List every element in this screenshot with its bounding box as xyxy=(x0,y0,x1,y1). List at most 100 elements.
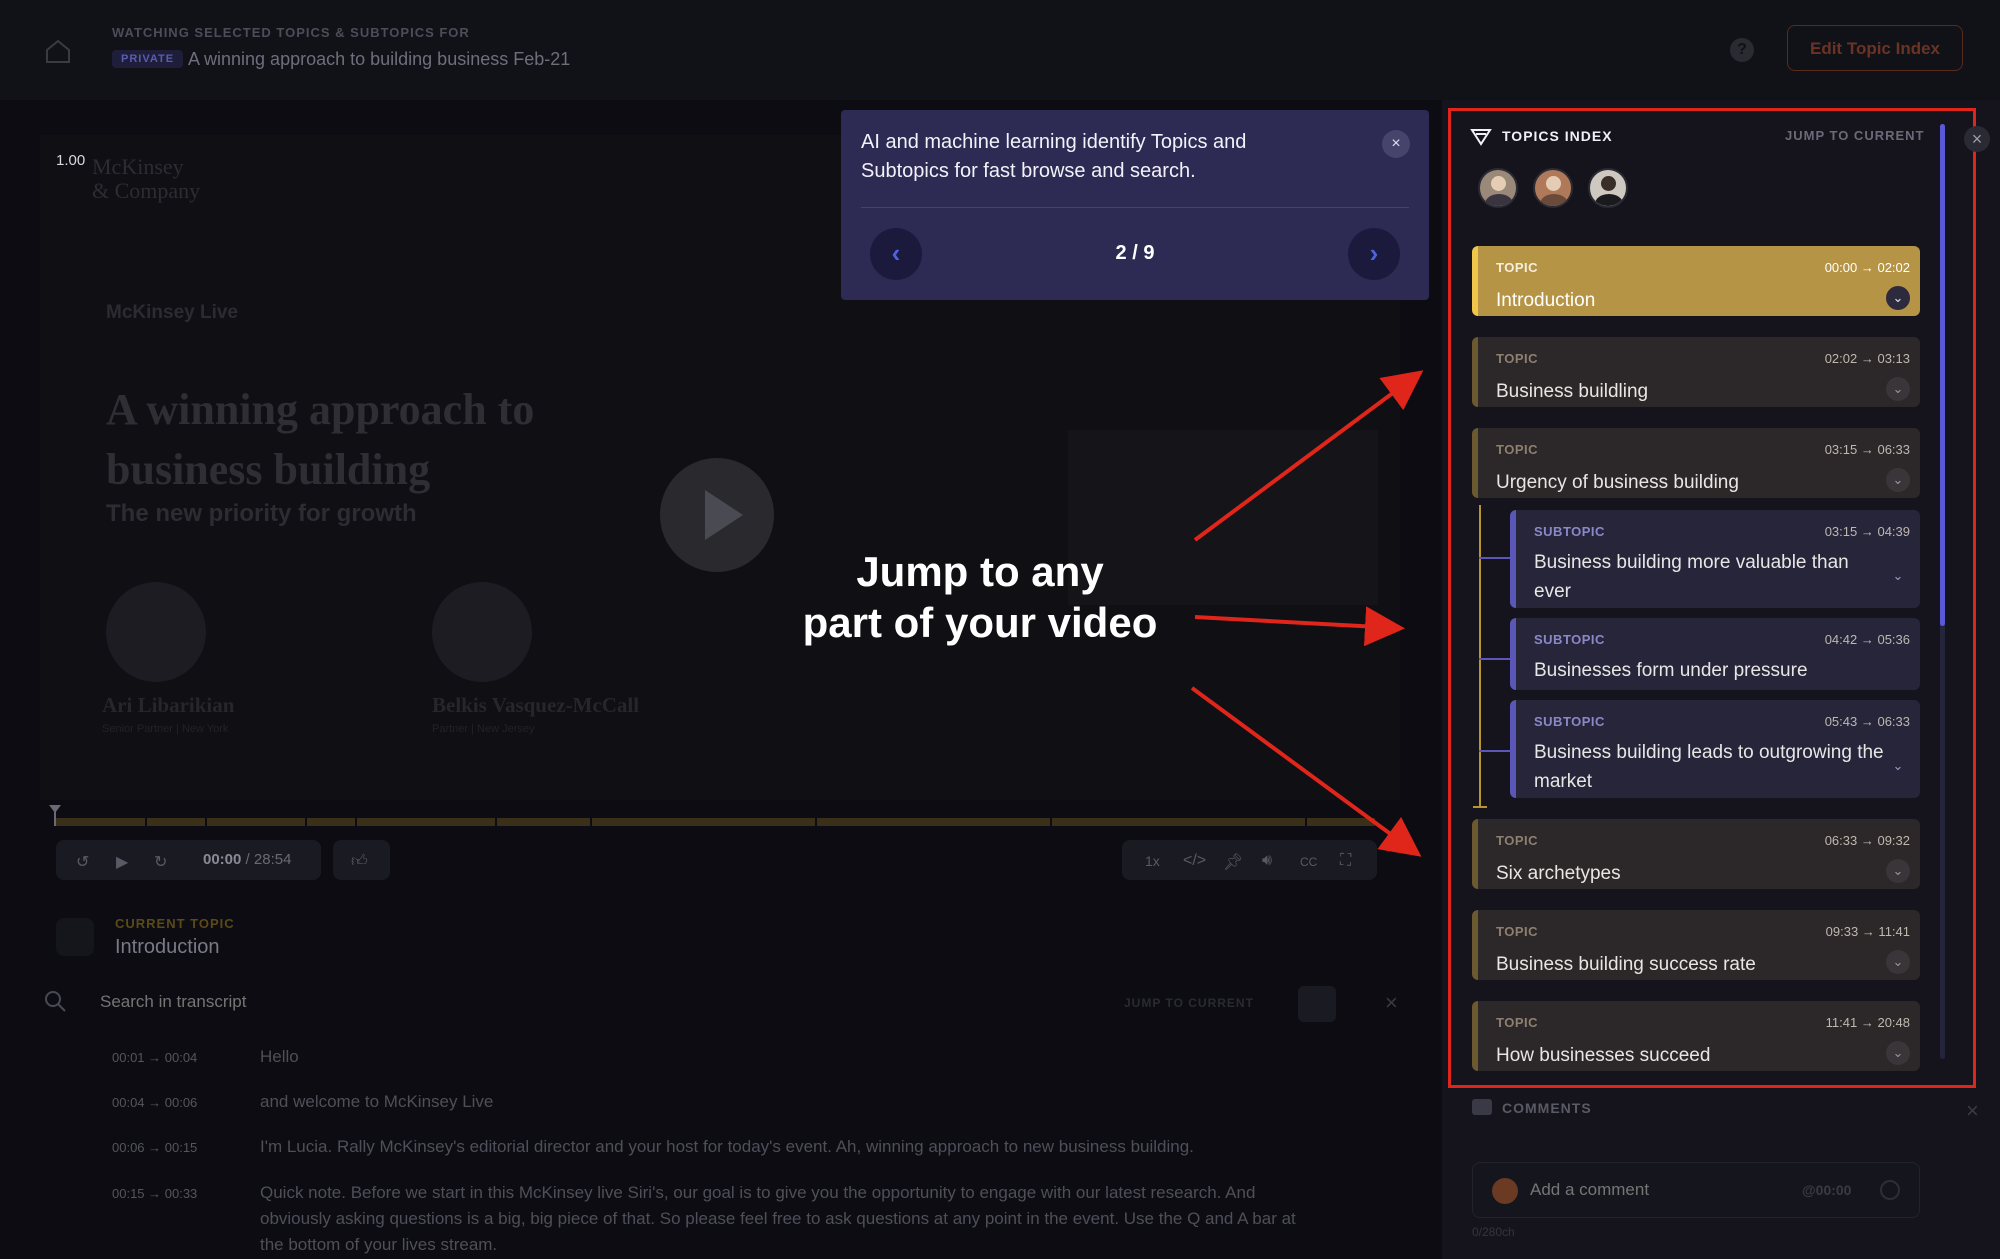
video-brand-logo: McKinsey & Company xyxy=(92,155,200,203)
topic-kind: TOPIC xyxy=(1496,924,1538,939)
time-current: 00:00 xyxy=(203,851,242,868)
topics-index-icon xyxy=(1470,129,1492,146)
topic-kind: TOPIC xyxy=(1496,833,1538,848)
transcript-time[interactable]: 00:15 → 00:33 xyxy=(112,1186,197,1201)
avatar[interactable] xyxy=(1533,168,1573,208)
download-icon[interactable] xyxy=(1298,986,1336,1022)
avatar[interactable] xyxy=(1588,168,1628,208)
speaker-name: Ari Libarikian xyxy=(102,693,235,717)
topic-title: Business buildling xyxy=(1496,381,1649,402)
chevron-down-icon[interactable]: ⌄ xyxy=(1886,377,1910,401)
callout-arrows xyxy=(1190,370,1424,857)
transcript-time[interactable]: 00:01 → 00:04 xyxy=(112,1050,197,1065)
topic-card[interactable]: TOPIC 09:33 → 11:41 Business building su… xyxy=(1472,910,1920,980)
play-icon[interactable] xyxy=(660,458,774,572)
topic-title: Six archetypes xyxy=(1496,863,1621,884)
video-live-label: McKinsey Live xyxy=(106,302,238,323)
topic-time-range: 06:33 → 09:32 xyxy=(1824,833,1910,848)
transcript-time[interactable]: 00:04 → 00:06 xyxy=(112,1095,197,1110)
close-icon[interactable]: × xyxy=(1382,130,1410,158)
timeline-progress-bar[interactable] xyxy=(55,818,1375,826)
home-icon[interactable] xyxy=(44,38,72,64)
time-readout: 00:00 / 28:54 xyxy=(203,851,291,868)
comments-title: COMMENTS xyxy=(1502,1100,1592,1116)
callout-line-1: Jump to any xyxy=(856,548,1104,595)
subtopic-card[interactable]: SUBTOPIC 03:15 → 04:39 Business building… xyxy=(1510,510,1920,608)
chevron-down-icon[interactable]: ⌄ xyxy=(1886,1041,1910,1065)
thumbs-up-icon: 👍︎ xyxy=(351,853,368,870)
transcript-jump-to-current[interactable]: JUMP TO CURRENT xyxy=(1124,996,1254,1010)
topic-card[interactable]: TOPIC 06:33 → 09:32 Six archetypes ⌄ xyxy=(1472,819,1920,889)
topic-time-range: 00:00 → 02:02 xyxy=(1824,260,1910,275)
transcript-time[interactable]: 00:06 → 00:15 xyxy=(112,1140,197,1155)
topic-card[interactable]: TOPIC 03:15 → 06:33 Urgency of business … xyxy=(1472,428,1920,498)
topic-card[interactable]: TOPIC 11:41 → 20:48 How businesses succe… xyxy=(1472,1001,1920,1071)
forward-icon[interactable]: ↻ xyxy=(154,852,167,872)
topic-card[interactable]: TOPIC 00:00 → 02:02 Introduction ⌄ xyxy=(1472,246,1920,316)
bookmark-icon[interactable] xyxy=(56,918,94,956)
topic-kind: TOPIC xyxy=(1496,1015,1538,1030)
transcript-search-input[interactable] xyxy=(100,992,800,1012)
current-topic-name: Introduction xyxy=(115,936,220,958)
question-icon[interactable]: ? xyxy=(1730,38,1754,62)
topics-jump-to-current[interactable]: JUMP TO CURRENT xyxy=(1785,128,1924,143)
speaker-role: Senior Partner | New York xyxy=(102,723,229,735)
speaker-photo xyxy=(432,582,532,682)
chevron-down-icon[interactable]: ⌄ xyxy=(1886,564,1910,588)
transcript-text: I'm Lucia. Rally McKinsey's editorial di… xyxy=(260,1137,1194,1156)
prev-step-button[interactable]: ‹ xyxy=(870,228,922,280)
popover-text: AI and machine learning identify Topics … xyxy=(861,131,1247,182)
speaker-photo xyxy=(106,582,206,682)
search-icon[interactable] xyxy=(44,990,66,1012)
close-icon[interactable]: × xyxy=(1964,126,1990,152)
topic-kind: TOPIC xyxy=(1496,442,1538,457)
rewind-icon[interactable]: ↺ xyxy=(76,852,89,872)
next-step-button[interactable]: › xyxy=(1348,228,1400,280)
callout-text: Jump to any part of your video xyxy=(780,546,1180,648)
chevron-down-icon[interactable]: ⌄ xyxy=(1886,859,1910,883)
topics-index-title: TOPICS INDEX xyxy=(1502,128,1613,144)
subtopic-time-range: 05:43 → 06:33 xyxy=(1824,714,1910,729)
brand-line-1: McKinsey xyxy=(92,154,184,179)
close-icon[interactable]: × xyxy=(1966,1098,1979,1124)
transcript-text: and welcome to McKinsey Live xyxy=(260,1092,494,1111)
subtopic-connector xyxy=(1479,557,1510,559)
subtopic-tree-end xyxy=(1473,806,1487,808)
callout-line-2: part of your video xyxy=(802,599,1158,646)
brand-line-2: & Company xyxy=(92,178,201,203)
topic-card[interactable]: TOPIC 02:02 → 03:13 Business buildling ⌄ xyxy=(1472,337,1920,407)
transcript-text: Hello xyxy=(260,1047,299,1066)
speed-button[interactable]: 1x xyxy=(1145,853,1160,869)
topics-scroll-thumb[interactable] xyxy=(1940,124,1945,626)
comment-input[interactable] xyxy=(1530,1180,1770,1200)
topic-time-range: 03:15 → 06:33 xyxy=(1824,442,1910,457)
avatar xyxy=(1492,1178,1518,1204)
playback-rate-tag: 1.00 xyxy=(56,152,86,169)
subtopic-kind: SUBTOPIC xyxy=(1534,632,1605,647)
video-slide-title: A winning approach to business building xyxy=(106,385,535,494)
subtopic-connector xyxy=(1479,750,1510,752)
subtopic-card[interactable]: SUBTOPIC 05:43 → 06:33 Business building… xyxy=(1510,700,1920,798)
topic-time-range: 09:33 → 11:41 xyxy=(1825,924,1910,939)
play-icon[interactable]: ▶ xyxy=(116,852,128,872)
subtopic-card[interactable]: SUBTOPIC 04:42 → 05:36 Businesses form u… xyxy=(1510,618,1920,690)
subtopic-kind: SUBTOPIC xyxy=(1534,714,1605,729)
subtopic-kind: SUBTOPIC xyxy=(1534,524,1605,539)
subtopic-title: Business building leads to outgrowing th… xyxy=(1534,742,1884,792)
topic-title: Business building success rate xyxy=(1496,954,1756,975)
topic-title: How businesses succeed xyxy=(1496,1045,1711,1066)
edit-topic-index-button[interactable]: Edit Topic Index xyxy=(1787,25,1963,71)
comment-timestamp[interactable]: @00:00 xyxy=(1802,1182,1851,1198)
subtopic-title: Businesses form under pressure xyxy=(1534,660,1808,681)
emoji-icon[interactable] xyxy=(1880,1180,1900,1200)
subtopic-tree-line xyxy=(1479,505,1481,808)
avatar[interactable] xyxy=(1478,168,1518,208)
playhead-icon[interactable] xyxy=(48,804,62,826)
chevron-down-icon[interactable]: ⌄ xyxy=(1886,754,1910,778)
chevron-down-icon[interactable]: ⌄ xyxy=(1886,286,1910,310)
close-icon[interactable]: × xyxy=(1385,990,1398,1016)
popover-divider xyxy=(861,207,1409,208)
topic-kind: TOPIC xyxy=(1496,351,1538,366)
chevron-down-icon[interactable]: ⌄ xyxy=(1886,468,1910,492)
chevron-down-icon[interactable]: ⌄ xyxy=(1886,950,1910,974)
